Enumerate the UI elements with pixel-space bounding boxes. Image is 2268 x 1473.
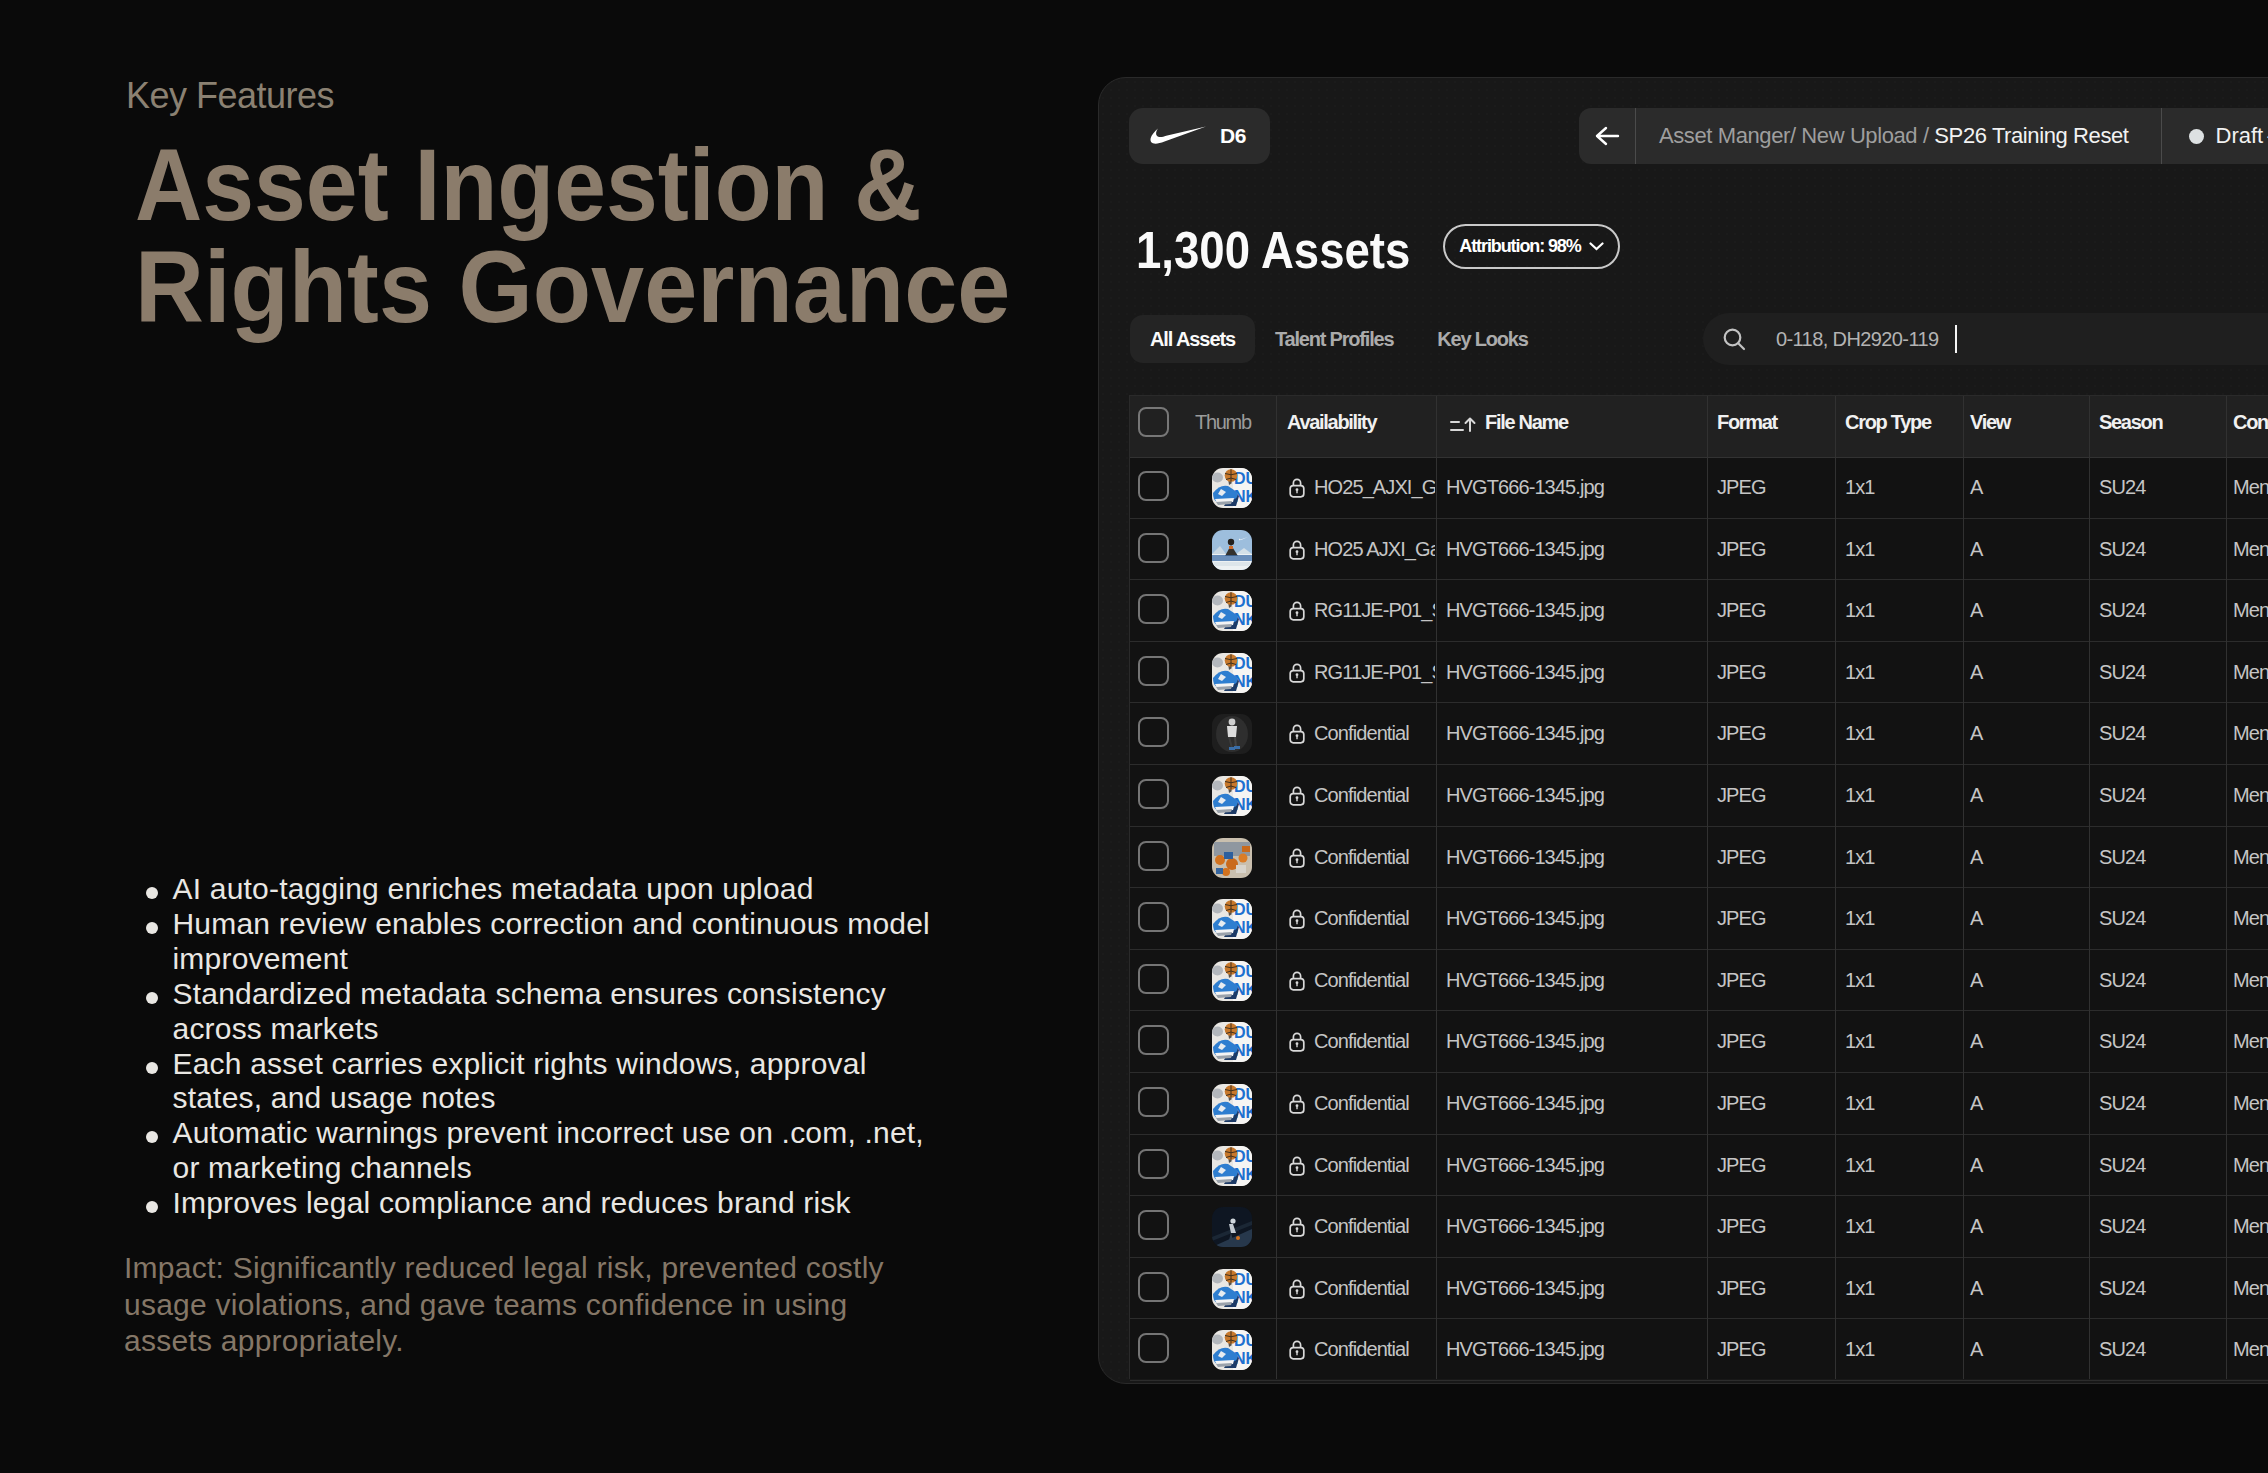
svg-text:DU: DU [1234,470,1252,487]
svg-text:DU: DU [1234,1332,1252,1349]
svg-text:DU: DU [1234,1148,1252,1165]
svg-text:DU: DU [1234,593,1252,610]
svg-text:DU: DU [1234,1086,1252,1103]
svg-text:DU: DU [1234,1271,1252,1288]
svg-text:DU: DU [1234,778,1252,795]
svg-text:DU: DU [1234,963,1252,980]
svg-text:DU: DU [1234,901,1252,918]
svg-text:DU: DU [1234,1024,1252,1041]
svg-text:DU: DU [1234,655,1252,672]
